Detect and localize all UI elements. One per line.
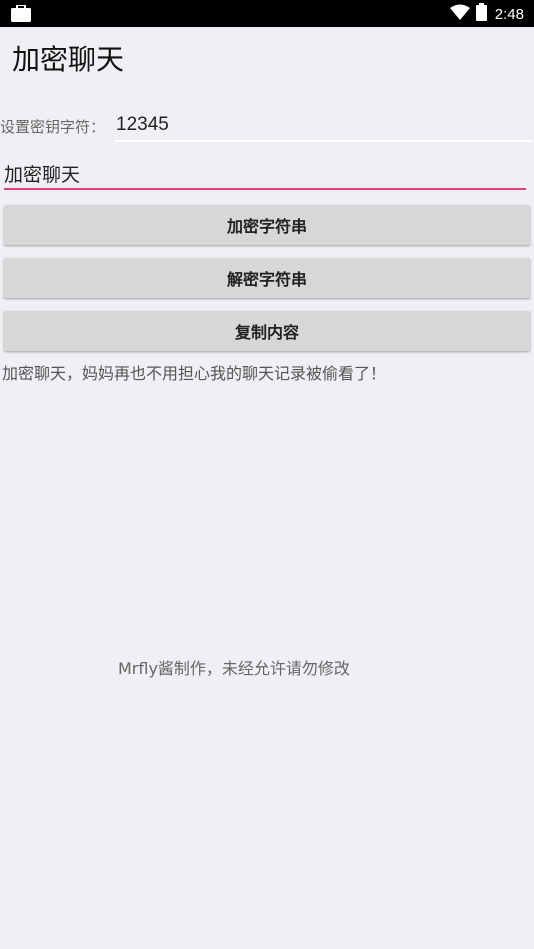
- app-title: 加密聊天: [12, 43, 125, 76]
- status-icons: 2:48: [449, 3, 524, 25]
- footer-text: Mrfly酱制作，未经允许请勿修改: [118, 659, 350, 678]
- key-input[interactable]: [114, 110, 532, 142]
- key-label: 设置密钥字符：: [0, 118, 106, 136]
- result-text: 加密聊天，妈妈再也不用担心我的聊天记录被偷看了！: [2, 364, 387, 383]
- encrypt-button[interactable]: 加密字符串: [4, 205, 530, 245]
- battery-icon: [475, 3, 487, 25]
- status-time: 2:48: [494, 5, 524, 23]
- status-bar: 2:48: [0, 0, 534, 27]
- message-input[interactable]: [4, 158, 526, 190]
- copy-button[interactable]: 复制内容: [4, 311, 530, 351]
- briefcase-icon: [11, 4, 31, 22]
- decrypt-button[interactable]: 解密字符串: [4, 258, 530, 298]
- wifi-icon: [449, 4, 470, 24]
